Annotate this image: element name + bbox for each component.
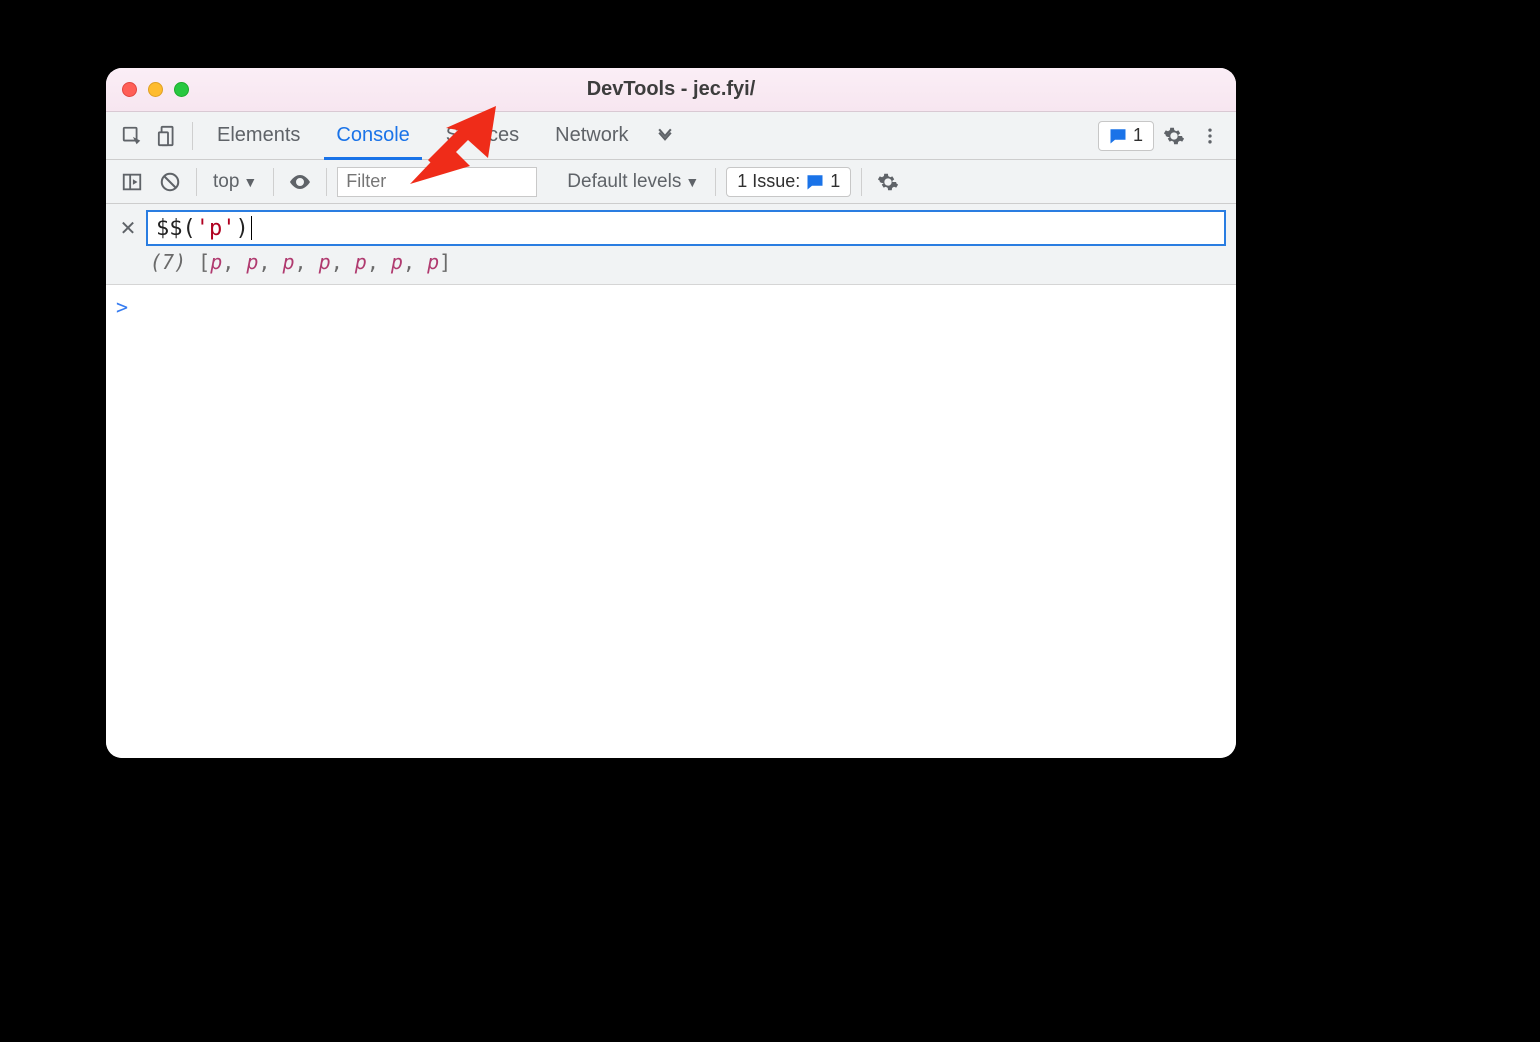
bracket-open: [ — [198, 250, 210, 274]
devtools-tabbar: Elements Console Sources Network 1 — [106, 112, 1236, 160]
live-expression-result[interactable]: (7) [p, p, p, p, p, p, p] — [106, 246, 1236, 274]
tab-sources[interactable]: Sources — [430, 112, 535, 160]
separator — [326, 168, 327, 196]
filter-input[interactable] — [337, 167, 537, 197]
comma: , — [403, 250, 427, 274]
devtools-window: DevTools - jec.fyi/ Elements Console Sou… — [106, 68, 1236, 758]
console-prompt-row[interactable]: > — [106, 285, 1236, 329]
live-expression-eye-icon[interactable] — [284, 166, 316, 198]
context-dropdown[interactable]: top ▼ — [207, 171, 263, 193]
console-content: ✕ $$('p') (7) [p, p, p, p, p, p, p] > — [106, 204, 1236, 758]
messages-count: 1 — [1133, 125, 1143, 146]
message-icon — [1109, 127, 1127, 145]
chevron-down-icon: ▼ — [685, 174, 699, 190]
message-icon — [806, 173, 824, 191]
comma: , — [331, 250, 355, 274]
context-label: top — [213, 171, 239, 193]
tab-console[interactable]: Console — [320, 112, 425, 160]
comma: , — [222, 250, 246, 274]
live-expression-block: ✕ $$('p') (7) [p, p, p, p, p, p, p] — [106, 204, 1236, 285]
separator — [273, 168, 274, 196]
remove-live-expression-button[interactable]: ✕ — [116, 216, 140, 241]
result-element[interactable]: p — [391, 250, 403, 274]
clear-console-icon[interactable] — [154, 166, 186, 198]
comma: , — [367, 250, 391, 274]
result-element[interactable]: p — [319, 250, 331, 274]
log-levels-label: Default levels — [567, 171, 681, 193]
result-element[interactable]: p — [283, 250, 295, 274]
kebab-menu-icon[interactable] — [1194, 120, 1226, 152]
tab-network[interactable]: Network — [539, 112, 644, 160]
separator — [192, 122, 193, 150]
token-paren: ( — [183, 216, 196, 241]
result-count: (7) — [150, 250, 186, 274]
token-identifier: $$ — [156, 216, 183, 241]
issues-count: 1 — [830, 171, 840, 192]
text-caret — [251, 216, 252, 240]
bracket-close: ] — [439, 250, 451, 274]
log-levels-dropdown[interactable]: Default levels ▼ — [561, 171, 705, 193]
tab-elements[interactable]: Elements — [201, 112, 316, 160]
comma: , — [295, 250, 319, 274]
console-sidebar-toggle-icon[interactable] — [116, 166, 148, 198]
result-element[interactable]: p — [427, 250, 439, 274]
token-paren: ) — [236, 216, 249, 241]
separator — [196, 168, 197, 196]
separator — [715, 168, 716, 196]
result-element[interactable]: p — [355, 250, 367, 274]
settings-gear-icon[interactable] — [1158, 120, 1190, 152]
result-element[interactable]: p — [246, 250, 258, 274]
more-tabs-icon[interactable] — [649, 120, 681, 152]
messages-badge[interactable]: 1 — [1098, 121, 1154, 151]
separator — [861, 168, 862, 196]
inspect-element-icon[interactable] — [116, 120, 148, 152]
console-settings-gear-icon[interactable] — [872, 166, 904, 198]
live-expression-input[interactable]: $$('p') — [146, 210, 1226, 246]
console-subbar: top ▼ Default levels ▼ 1 Issue: 1 — [106, 160, 1236, 204]
comma: , — [258, 250, 282, 274]
token-string: 'p' — [196, 216, 236, 241]
issues-label: 1 Issue: — [737, 171, 800, 192]
chevron-down-icon: ▼ — [243, 174, 257, 190]
result-element[interactable]: p — [210, 250, 222, 274]
window-titlebar: DevTools - jec.fyi/ — [106, 68, 1236, 112]
issues-badge[interactable]: 1 Issue: 1 — [726, 167, 851, 197]
prompt-chevron-icon: > — [116, 295, 128, 319]
device-toolbar-icon[interactable] — [152, 120, 184, 152]
window-title: DevTools - jec.fyi/ — [106, 78, 1236, 101]
